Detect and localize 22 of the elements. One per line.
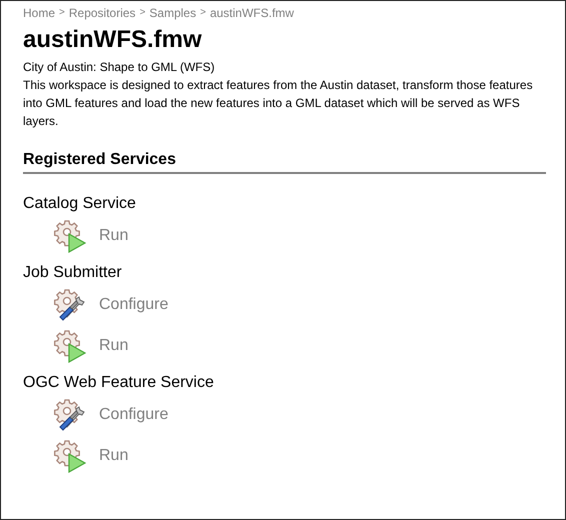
- service-name: OGC Web Feature Service: [23, 373, 215, 393]
- configure-link[interactable]: Configure: [99, 294, 168, 314]
- service-name: Catalog Service: [23, 194, 137, 214]
- run-link[interactable]: Run: [99, 446, 128, 466]
- gear-play-icon: [54, 218, 88, 252]
- gear-play-icon: [54, 438, 88, 472]
- breadcrumb-link[interactable]: austinWFS.fmw: [210, 5, 294, 21]
- breadcrumb-link[interactable]: Samples: [149, 5, 196, 21]
- breadcrumb-separator: >: [140, 6, 146, 20]
- run-link[interactable]: Run: [99, 226, 128, 246]
- breadcrumb-link[interactable]: Home: [23, 5, 56, 21]
- breadcrumb-link[interactable]: Repositories: [68, 5, 136, 21]
- service-name: Job Submitter: [23, 263, 123, 283]
- run-link[interactable]: Run: [99, 336, 128, 356]
- breadcrumb-separator: >: [200, 6, 206, 20]
- subtitle: City of Austin: Shape to GML (WFS): [23, 59, 216, 76]
- breadcrumb-separator: >: [59, 6, 65, 20]
- section-heading: Registered Services: [23, 150, 546, 174]
- gear-play-icon: [54, 328, 88, 362]
- configure-link[interactable]: Configure: [99, 404, 168, 424]
- description: This workspace is designed to extract features from the Austin dataset, transform those features into GML features and load the new features into a GML dataset which will be served as WFS layers.: [23, 77, 534, 130]
- page-title: austinWFS.fmw: [23, 25, 203, 55]
